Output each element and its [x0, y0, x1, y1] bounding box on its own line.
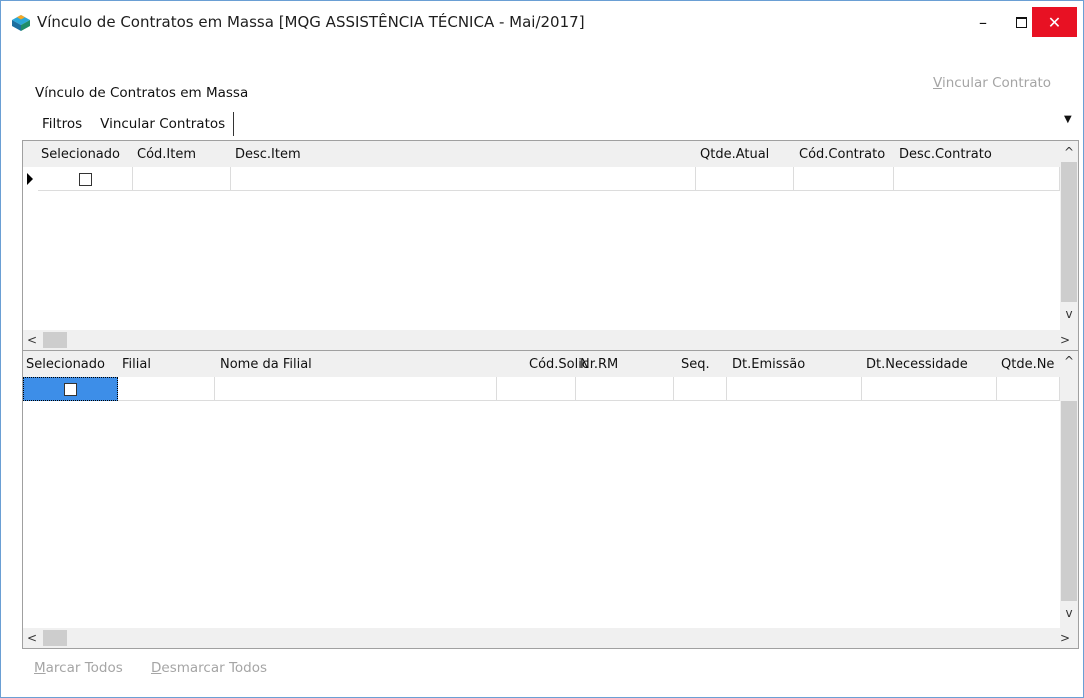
scroll-thumb[interactable]: [43, 630, 67, 646]
table-row[interactable]: [23, 377, 1060, 401]
cell-cod-contrato[interactable]: [794, 167, 894, 191]
requests-grid-header: Selecionado Filial Nome da Filial Cód.So…: [23, 351, 1078, 377]
col-cod-item[interactable]: Cód.Item: [137, 147, 196, 162]
marcar-label: arcar Todos: [45, 660, 123, 676]
scroll-down-icon[interactable]: v: [1060, 606, 1078, 620]
main-window: Vínculo de Contratos em Massa [MQG ASSIS…: [0, 0, 1084, 698]
table-row[interactable]: [23, 167, 1060, 191]
scroll-up-icon[interactable]: ^: [1060, 354, 1078, 368]
vincular-contrato-mnemonic: V: [933, 75, 942, 91]
cell-selecionado[interactable]: [38, 167, 133, 191]
marcar-todos-button[interactable]: Marcar Todos: [34, 660, 123, 676]
maximize-icon: [1015, 16, 1027, 28]
scroll-right-icon[interactable]: >: [1056, 333, 1074, 347]
col-nr-rm[interactable]: Nr.RM: [580, 357, 618, 372]
cell-qtde-atual[interactable]: [696, 167, 794, 191]
scroll-up-icon[interactable]: ^: [1060, 145, 1078, 159]
row-indicator-icon: [27, 173, 33, 185]
select-checkbox[interactable]: [64, 383, 77, 396]
cell-selecionado[interactable]: [23, 377, 118, 401]
items-vertical-scrollbar[interactable]: ^ v: [1060, 141, 1078, 330]
scroll-left-icon[interactable]: <: [23, 631, 41, 645]
page-title: Vínculo de Contratos em Massa: [35, 85, 249, 101]
requests-horizontal-scrollbar[interactable]: < >: [23, 628, 1078, 648]
cell-nome-filial[interactable]: [215, 377, 497, 401]
col-qtde-ne[interactable]: Qtde.Ne: [1001, 357, 1054, 372]
col-cod-contrato[interactable]: Cód.Contrato: [799, 147, 885, 162]
cell-cod-item[interactable]: [133, 167, 231, 191]
close-button[interactable]: ✕: [1032, 7, 1077, 37]
tab-filtros[interactable]: Filtros: [33, 112, 91, 136]
cell-dt-necessidade[interactable]: [862, 377, 997, 401]
tab-bar: Filtros Vincular Contratos: [33, 111, 235, 137]
desmarcar-todos-button[interactable]: Desmarcar Todos: [151, 660, 267, 676]
col-filial[interactable]: Filial: [122, 357, 151, 372]
scroll-down-icon[interactable]: v: [1060, 307, 1078, 321]
vincular-contrato-link[interactable]: Vincular Contrato: [933, 75, 1051, 91]
items-grid-header: Selecionado Cód.Item Desc.Item Qtde.Atua…: [23, 141, 1078, 167]
col-nome-filial[interactable]: Nome da Filial: [220, 357, 312, 372]
scroll-thumb[interactable]: [1061, 162, 1077, 302]
requests-grid: Selecionado Filial Nome da Filial Cód.So…: [22, 350, 1079, 649]
requests-vertical-scrollbar[interactable]: ^ v: [1060, 354, 1078, 628]
cell-seq[interactable]: [674, 377, 727, 401]
minimize-button[interactable]: –: [963, 7, 1003, 37]
cell-desc-contrato[interactable]: [894, 167, 1060, 191]
col-selecionado[interactable]: Selecionado: [41, 147, 120, 162]
marcar-mnemonic: M: [34, 660, 46, 676]
vincular-contrato-label: incular Contrato: [941, 75, 1052, 91]
scroll-thumb[interactable]: [43, 332, 67, 348]
scroll-thumb[interactable]: [1061, 401, 1077, 601]
desmarcar-mnemonic: D: [151, 660, 162, 676]
select-checkbox[interactable]: [79, 173, 92, 186]
cell-dt-emissao[interactable]: [727, 377, 862, 401]
window-title: Vínculo de Contratos em Massa [MQG ASSIS…: [37, 13, 585, 31]
col-selecionado[interactable]: Selecionado: [26, 357, 105, 372]
items-horizontal-scrollbar[interactable]: < >: [23, 330, 1078, 350]
scroll-left-icon[interactable]: <: [23, 333, 41, 347]
col-dt-emissao[interactable]: Dt.Emissão: [732, 357, 805, 372]
scroll-right-icon[interactable]: >: [1056, 631, 1074, 645]
cell-desc-item[interactable]: [231, 167, 696, 191]
items-grid: Selecionado Cód.Item Desc.Item Qtde.Atua…: [22, 140, 1079, 351]
desmarcar-label: esmarcar Todos: [161, 660, 268, 676]
cell-nr-rm[interactable]: [576, 377, 674, 401]
tab-vincular-contratos[interactable]: Vincular Contratos: [91, 112, 235, 136]
col-desc-item[interactable]: Desc.Item: [235, 147, 301, 162]
cell-cod-solic[interactable]: [497, 377, 576, 401]
cell-qtde-ne[interactable]: [997, 377, 1060, 401]
col-dt-necessidade[interactable]: Dt.Necessidade: [866, 357, 968, 372]
tab-dropdown-icon[interactable]: ▼: [1064, 114, 1072, 125]
cell-filial[interactable]: [118, 377, 215, 401]
app-icon: [12, 15, 30, 31]
title-bar[interactable]: Vínculo de Contratos em Massa [MQG ASSIS…: [1, 1, 1083, 45]
col-seq[interactable]: Seq.: [681, 357, 710, 372]
col-qtde-atual[interactable]: Qtde.Atual: [700, 147, 769, 162]
col-desc-contrato[interactable]: Desc.Contrato: [899, 147, 992, 162]
